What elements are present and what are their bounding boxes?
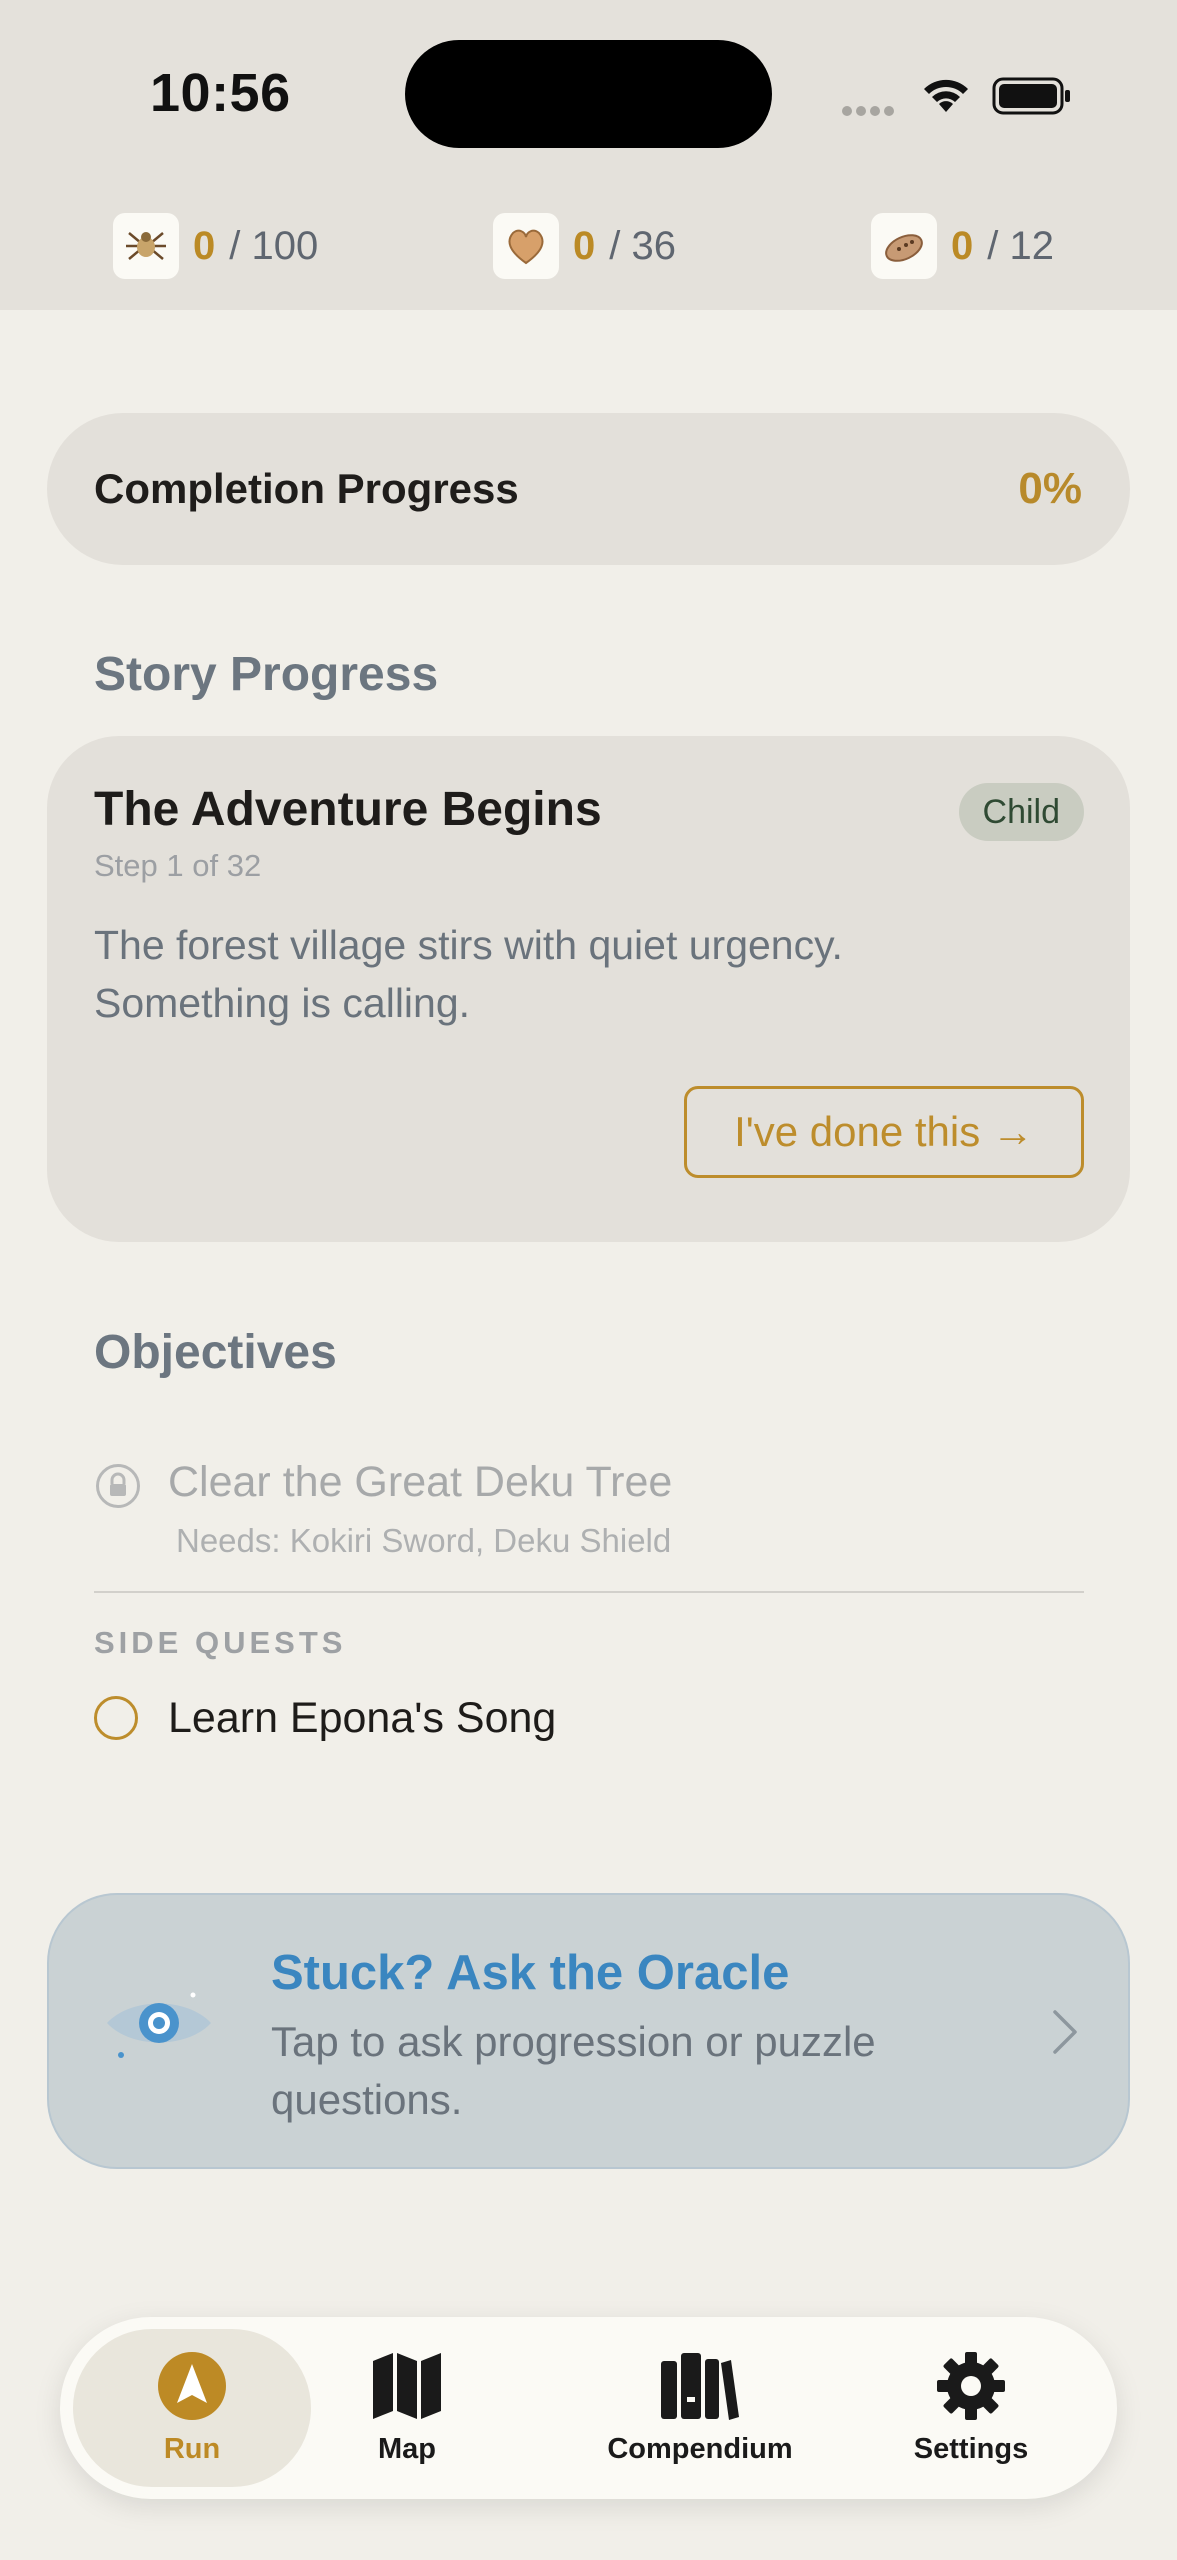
completion-label: Completion Progress — [94, 465, 519, 512]
ocarina-total: / 12 — [987, 223, 1054, 268]
status-icons — [842, 70, 1082, 120]
status-time: 10:56 — [150, 63, 291, 123]
ocarina-counter: 0 / 12 — [871, 213, 1054, 279]
story-step: Step 1 of 32 — [94, 848, 262, 883]
story-card: The Adventure Begins Child Step 1 of 32 … — [47, 736, 1130, 1242]
age-badge: Child — [958, 783, 1084, 841]
skulltula-total: / 100 — [229, 223, 319, 268]
cellular-signal-icon — [842, 103, 898, 121]
objectives-divider — [94, 1591, 1084, 1593]
wifi-icon — [924, 79, 968, 112]
completion-progress-card[interactable]: Completion Progress 0% — [47, 413, 1130, 565]
spider-icon — [113, 213, 179, 279]
tab-map-label: Map — [378, 2432, 436, 2465]
tab-bar: Run Map Compendium Settings — [60, 2317, 1117, 2499]
side-quest-label: Learn Epona's Song — [168, 1693, 557, 1742]
oracle-title: Stuck? Ask the Oracle — [271, 1946, 790, 2000]
done-this-button[interactable]: I've done this → — [684, 1086, 1084, 1178]
tab-run-label: Run — [163, 2432, 221, 2465]
story-description: The forest village stirs with quiet urge… — [94, 922, 843, 1026]
completion-percent: 0% — [1018, 464, 1082, 513]
gear-icon — [937, 2351, 1005, 2420]
side-quest-item[interactable]: Learn Epona's Song — [94, 1688, 556, 1748]
lock-icon — [96, 1464, 140, 1508]
objective-locked-item: Clear the Great Deku Tree Needs: Kokiri … — [94, 1458, 1084, 1568]
tab-map[interactable]: Map — [322, 2329, 492, 2487]
checkbox-circle-icon[interactable] — [94, 1696, 138, 1740]
books-icon — [661, 2352, 739, 2420]
dynamic-island — [405, 40, 772, 148]
battery-icon — [992, 77, 1070, 115]
story-progress-heading: Story Progress — [94, 648, 439, 701]
heart-piece-counter: 0 / 36 — [493, 213, 676, 279]
skulltula-have: 0 — [193, 223, 216, 268]
tab-compendium[interactable]: Compendium — [600, 2329, 800, 2487]
tab-settings[interactable]: Settings — [896, 2329, 1046, 2487]
map-icon — [373, 2352, 441, 2419]
tab-run[interactable]: Run — [73, 2329, 311, 2487]
header-area: 10:56 0 / 100 0 / 36 0 / 12 — [0, 0, 1177, 310]
run-compass-icon — [158, 2351, 226, 2420]
skulltula-counter: 0 / 100 — [113, 213, 318, 279]
ask-oracle-card[interactable]: Stuck? Ask the Oracle Tap to ask progres… — [47, 1893, 1130, 2169]
ocarina-have: 0 — [951, 223, 974, 268]
objective-locked-label: Clear the Great Deku Tree — [168, 1458, 673, 1506]
heart-piece-total: / 36 — [609, 223, 676, 268]
chevron-right-icon — [1053, 2010, 1077, 2054]
objectives-heading: Objectives — [94, 1326, 337, 1379]
side-quests-heading: SIDE QUESTS — [94, 1625, 347, 1660]
story-title: The Adventure Begins — [94, 783, 602, 836]
objective-requirements: Needs: Kokiri Sword, Deku Shield — [176, 1522, 672, 1559]
heart-piece-have: 0 — [573, 223, 596, 268]
oracle-eye-icon — [107, 1992, 211, 2058]
ocarina-icon — [871, 213, 937, 279]
oracle-subtitle: Tap to ask progression or puzzle questio… — [271, 2018, 876, 2123]
tab-settings-label: Settings — [913, 2432, 1029, 2465]
tab-compendium-label: Compendium — [607, 2432, 793, 2465]
heart-piece-icon — [493, 213, 559, 279]
